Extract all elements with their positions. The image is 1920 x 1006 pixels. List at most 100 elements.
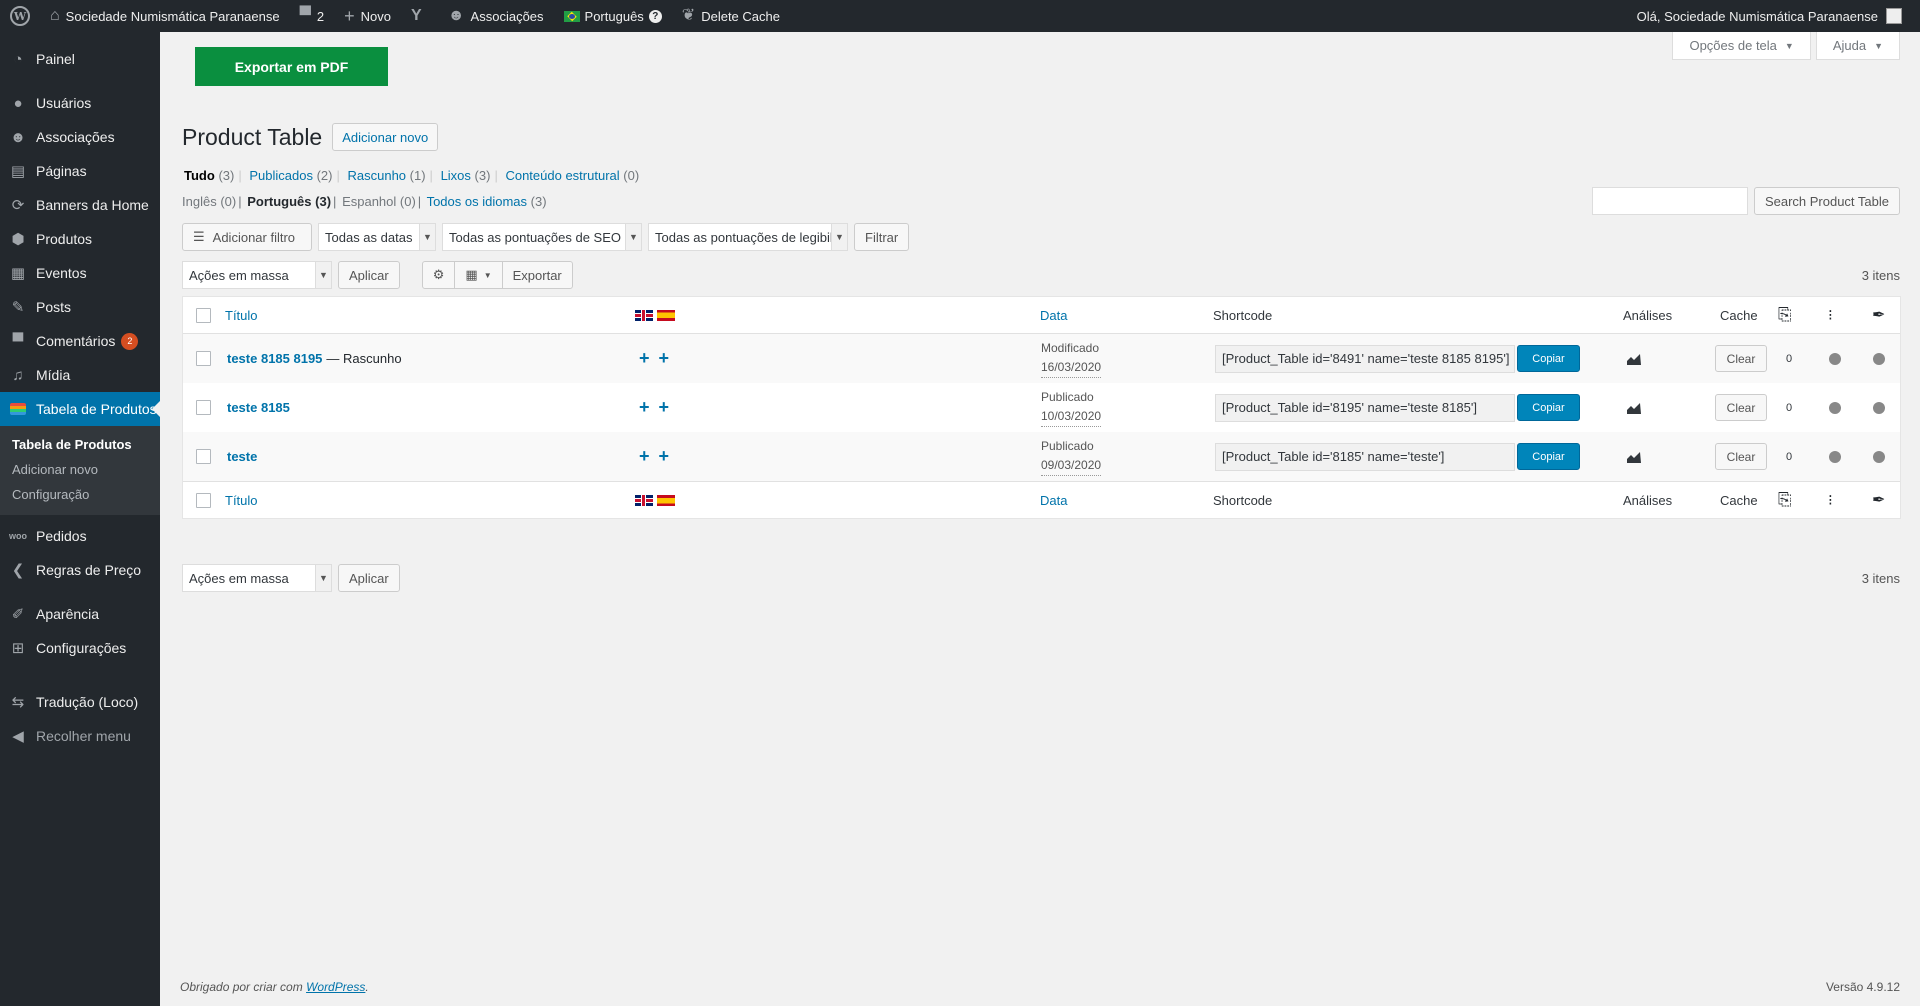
- shortcode-field[interactable]: [Product_Table id='8185' name='teste']: [1215, 442, 1515, 471]
- lang-english[interactable]: Inglês: [182, 194, 217, 209]
- row-checkbox[interactable]: [196, 400, 211, 415]
- sidebar-item-configuracoes[interactable]: ⊞ Configurações: [0, 631, 160, 665]
- bulk-actions-select-bottom[interactable]: Ações em massa ▼: [182, 564, 332, 592]
- associations-menu[interactable]: ☻ Associações: [438, 0, 554, 32]
- copy-button[interactable]: Copiar: [1517, 394, 1580, 421]
- shortcode-field[interactable]: [Product_Table id='8491' name='teste 818…: [1215, 344, 1515, 373]
- readability-filter-select[interactable]: Todas as pontuações de legibilidade ▼: [648, 223, 848, 251]
- clear-cache-button[interactable]: Clear: [1715, 345, 1767, 372]
- copy-button[interactable]: Copiar: [1517, 345, 1580, 372]
- view-trash[interactable]: Lixos: [441, 168, 471, 183]
- view-cornerstone[interactable]: Conteúdo estrutural: [505, 168, 619, 183]
- view-all[interactable]: Tudo: [184, 168, 215, 183]
- sidebar-item-paginas[interactable]: ▤ Páginas: [0, 154, 160, 188]
- sidebar-item-comentarios[interactable]: ▀ Comentários 2: [0, 324, 160, 358]
- select-all-checkbox[interactable]: [196, 307, 211, 323]
- sidebar-item-pedidos[interactable]: woo Pedidos: [0, 519, 160, 553]
- sidebar-item-midia[interactable]: ♫ Mídia: [0, 358, 160, 392]
- my-account-menu[interactable]: Olá, Sociedade Numismática Paranaense: [1627, 0, 1920, 32]
- spain-flag-icon: [657, 494, 675, 506]
- sidebar-collapse-menu[interactable]: ◀ Recolher menu: [0, 719, 160, 753]
- readability-score-dot: [1873, 401, 1885, 414]
- row-title-link[interactable]: teste: [227, 449, 257, 464]
- sidebar-item-eventos[interactable]: ▦ Eventos: [0, 256, 160, 290]
- sidebar-item-aparencia[interactable]: ✐ Aparência: [0, 597, 160, 631]
- sidebar-item-produtos[interactable]: ⬢ Produtos: [0, 222, 160, 256]
- comments-menu[interactable]: ▀ 2: [290, 0, 335, 32]
- gear-button[interactable]: ⚙: [423, 262, 455, 288]
- lang-spanish[interactable]: Espanhol: [342, 194, 396, 209]
- submenu-adicionar-novo[interactable]: Adicionar novo: [0, 457, 160, 482]
- lang-portuguese[interactable]: Português: [247, 194, 311, 209]
- add-filter-button[interactable]: ☰ Adicionar filtro: [182, 223, 312, 251]
- export-button[interactable]: Exportar: [501, 262, 572, 288]
- sidebar-item-usuarios[interactable]: ● Usuários: [0, 86, 160, 120]
- select-all-checkbox-bottom[interactable]: [196, 492, 211, 508]
- row-checkbox[interactable]: [196, 449, 211, 464]
- clear-cache-button[interactable]: Clear: [1715, 394, 1767, 421]
- media-icon: ♫: [12, 366, 24, 384]
- copy-button[interactable]: Copiar: [1517, 443, 1580, 470]
- wordpress-link[interactable]: WordPress: [306, 980, 365, 994]
- add-translation-es-icon[interactable]: +: [659, 348, 670, 369]
- add-translation-es-icon[interactable]: +: [659, 397, 670, 418]
- row-checkbox[interactable]: [196, 351, 211, 366]
- chevron-down-icon: ▼: [315, 565, 331, 591]
- search-button[interactable]: Search Product Table: [1753, 187, 1900, 215]
- sidebar-item-traducao[interactable]: ⇆ Tradução (Loco): [0, 685, 160, 719]
- add-translation-en-icon[interactable]: +: [639, 348, 650, 369]
- clear-cache-button[interactable]: Clear: [1715, 443, 1767, 470]
- new-content-menu[interactable]: + Novo: [334, 0, 401, 32]
- status-views: Tudo (3) | Publicados (2) | Rascunho (1) | …: [184, 168, 640, 183]
- yoast-menu[interactable]: Y: [401, 0, 438, 32]
- uk-flag-icon: [635, 494, 653, 506]
- analytics-chart-icon[interactable]: [1626, 450, 1642, 464]
- sidebar-item-banners[interactable]: ⟳ Banners da Home: [0, 188, 160, 222]
- footer-thanks: Obrigado por criar com WordPress.: [180, 980, 369, 994]
- lang-all[interactable]: Todos os idiomas: [427, 194, 527, 209]
- column-date-sort[interactable]: Data: [1040, 308, 1067, 323]
- site-name-menu[interactable]: ⌂ Sociedade Numismática Paranaense: [40, 0, 290, 32]
- sidebar-item-posts[interactable]: ✎ Posts: [0, 290, 160, 324]
- column-title-sort[interactable]: Título: [225, 308, 258, 323]
- export-pdf-button[interactable]: Exportar em PDF: [195, 47, 388, 86]
- filters-row: ☰ Adicionar filtro Todas as datas ▼ Todas …: [182, 223, 910, 251]
- filter-button[interactable]: Filtrar: [854, 223, 910, 251]
- column-title-sort-bottom[interactable]: Título: [225, 493, 258, 508]
- add-translation-en-icon[interactable]: +: [639, 446, 650, 467]
- wp-logo-menu[interactable]: W: [0, 0, 40, 32]
- submenu-configuracao[interactable]: Configuração: [0, 482, 160, 507]
- view-published[interactable]: Publicados: [249, 168, 313, 183]
- row-title-link[interactable]: teste 8185: [227, 400, 290, 415]
- sidebar-submenu: Tabela de Produtos Adicionar novo Config…: [0, 426, 160, 515]
- bulk-actions-select[interactable]: Ações em massa ▼: [182, 261, 332, 289]
- sidebar-item-tabela-de-produtos[interactable]: Tabela de Produtos: [0, 392, 160, 426]
- language-menu[interactable]: Português?: [554, 0, 672, 32]
- add-new-button[interactable]: Adicionar novo: [332, 123, 439, 151]
- items-count-bottom: 3 itens: [1861, 571, 1900, 586]
- date-filter-select[interactable]: Todas as datas ▼: [318, 223, 436, 251]
- sidebar-item-regras-de-preco[interactable]: ❮ Regras de Preço: [0, 553, 160, 587]
- help-button[interactable]: Ajuda ▼: [1815, 32, 1900, 60]
- row-title-link[interactable]: teste 8185 8195: [227, 351, 322, 366]
- sidebar-item-painel[interactable]: ◔ Painel: [0, 42, 160, 76]
- search-input[interactable]: [1591, 187, 1748, 215]
- shortcode-field[interactable]: [Product_Table id='8195' name='teste 818…: [1215, 393, 1515, 422]
- submenu-tabela-de-produtos[interactable]: Tabela de Produtos: [0, 432, 160, 457]
- analytics-chart-icon[interactable]: [1626, 352, 1642, 366]
- add-translation-es-icon[interactable]: +: [659, 446, 670, 467]
- delete-cache-menu[interactable]: ❦ Delete Cache: [672, 0, 790, 32]
- apply-button-bottom[interactable]: Aplicar: [338, 564, 400, 592]
- view-draft[interactable]: Rascunho: [347, 168, 406, 183]
- sidebar-item-associacoes[interactable]: ☻ Associações: [0, 120, 160, 154]
- screen-options-button[interactable]: Opções de tela ▼: [1672, 32, 1811, 60]
- add-translation-en-icon[interactable]: +: [639, 397, 650, 418]
- apply-button[interactable]: Aplicar: [338, 261, 400, 289]
- analytics-chart-icon[interactable]: [1626, 401, 1642, 415]
- page-title: Product Table: [182, 123, 323, 150]
- seo-filter-select[interactable]: Todas as pontuações de SEO ▼: [442, 223, 642, 251]
- columns-button[interactable]: ▦ ▼: [454, 262, 501, 288]
- column-date-sort-bottom[interactable]: Data: [1040, 493, 1067, 508]
- readability-score-dot: [1873, 352, 1885, 365]
- cheetah-icon: ❦: [681, 7, 696, 24]
